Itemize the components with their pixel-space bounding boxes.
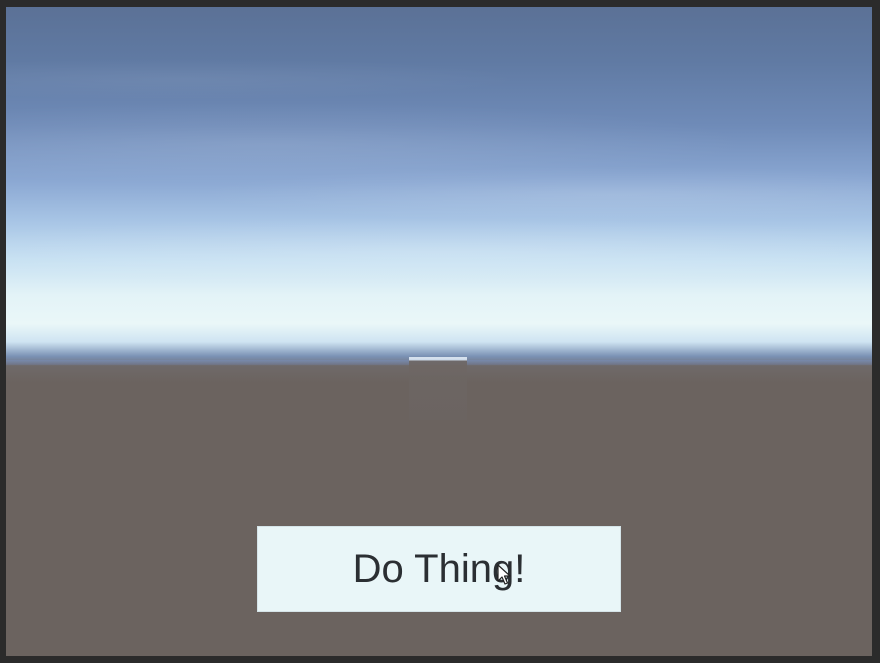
scene-cube: [409, 358, 467, 420]
sky-clouds: [6, 7, 872, 367]
game-viewport[interactable]: Do Thing!: [6, 7, 872, 656]
mouse-pointer-icon: [497, 564, 511, 585]
do-thing-button[interactable]: Do Thing!: [257, 526, 621, 612]
scene-cube-top-edge: [409, 357, 467, 361]
game-window-frame: Do Thing!: [0, 0, 880, 663]
